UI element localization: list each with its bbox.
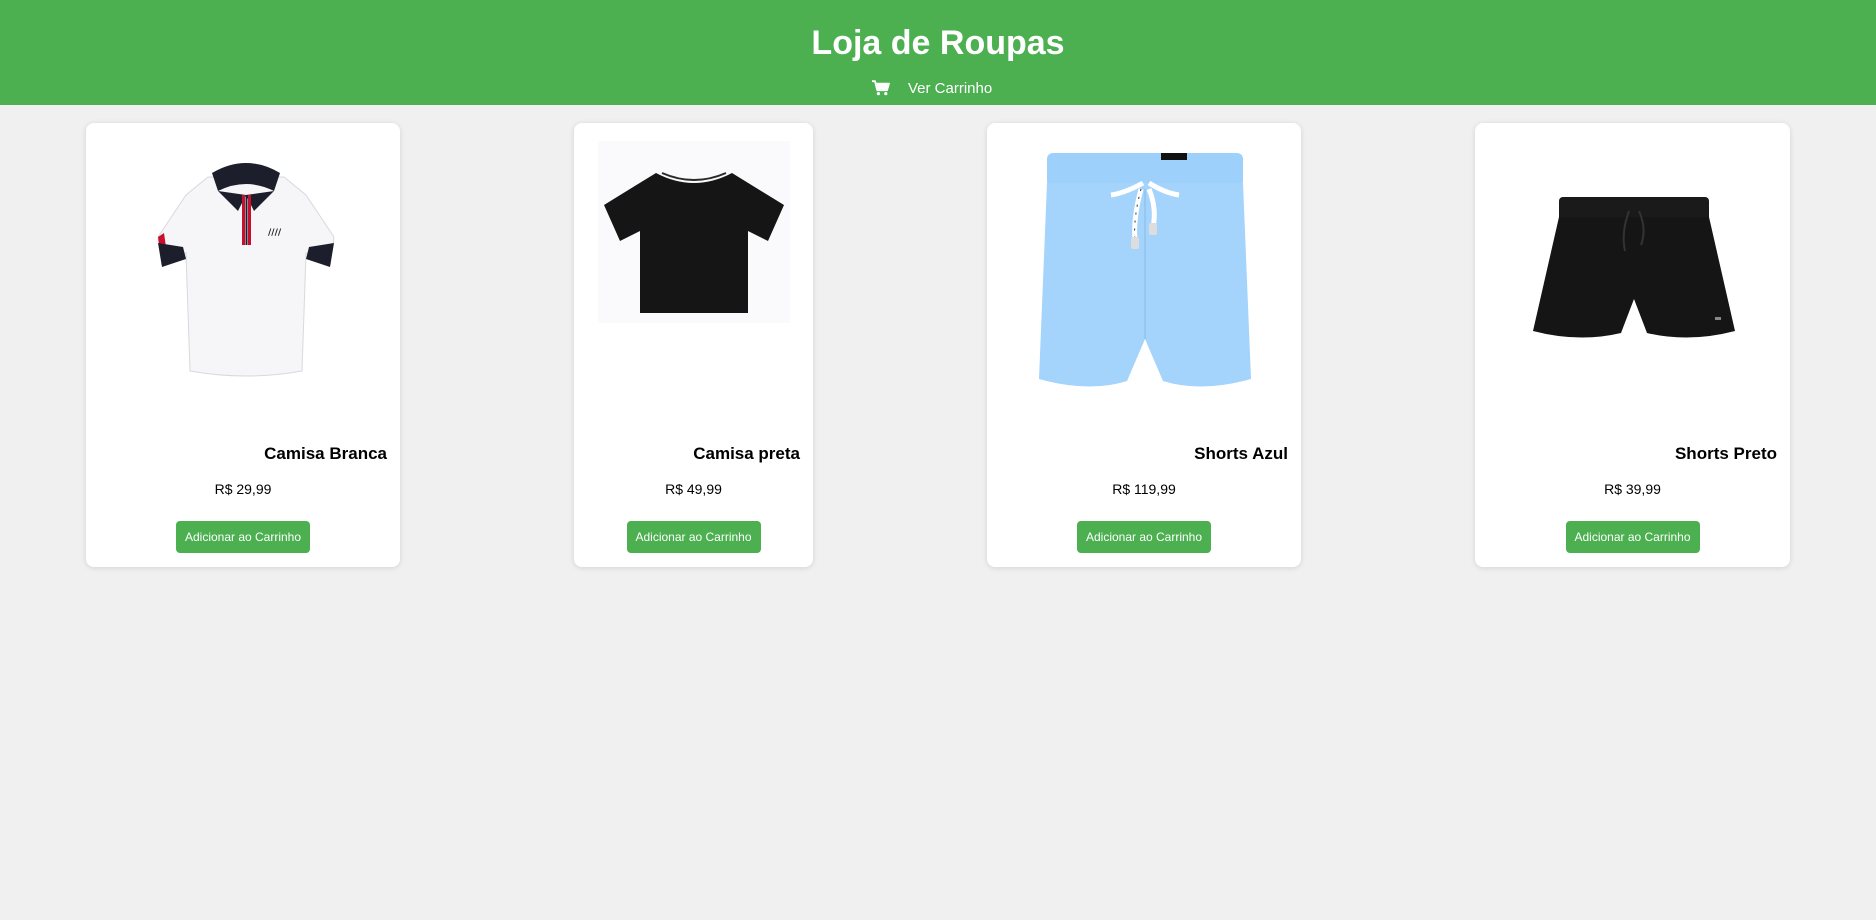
product-card: Shorts Preto R$ 39,99 Adicionar ao Carri… [1475, 123, 1790, 567]
product-name: Shorts Azul [1194, 444, 1288, 463]
product-image-black-shorts [1529, 193, 1739, 363]
product-card: //// Camisa Branca R$ 29,99 Adicionar ao… [86, 123, 400, 567]
product-name: Shorts Preto [1674, 444, 1777, 463]
product-price: R$ 119,99 [1112, 481, 1176, 497]
product-price: R$ 29,99 [214, 481, 272, 497]
product-image-black-tshirt [598, 141, 790, 323]
add-to-cart-button[interactable]: Adicionar ao Carrinho [176, 521, 310, 553]
site-header: Loja de Roupas Ver Carrinho [0, 0, 1876, 105]
product-card: Shorts Azul R$ 119,99 Adicionar ao Carri… [987, 123, 1301, 567]
site-title: Loja de Roupas [811, 24, 1065, 62]
product-card: Camisa preta R$ 49,99 Adicionar ao Carri… [574, 123, 813, 567]
add-to-cart-button[interactable]: Adicionar ao Carrinho [1077, 521, 1211, 553]
add-to-cart-button[interactable]: Adicionar ao Carrinho [1565, 521, 1700, 553]
view-cart-label: Ver Carrinho [908, 79, 993, 97]
view-cart-link[interactable]: Ver Carrinho [872, 77, 992, 99]
product-name: Camisa Branca [264, 444, 387, 463]
product-image-blue-shorts [1025, 149, 1265, 409]
product-price: R$ 39,99 [1604, 481, 1661, 497]
add-to-cart-button[interactable]: Adicionar ao Carrinho [626, 521, 761, 553]
svg-text:////: //// [268, 228, 282, 238]
product-name: Camisa preta [693, 444, 800, 463]
shopping-cart-icon [872, 80, 890, 96]
product-price: R$ 49,99 [665, 481, 722, 497]
product-image-white-polo: //// [146, 147, 346, 377]
